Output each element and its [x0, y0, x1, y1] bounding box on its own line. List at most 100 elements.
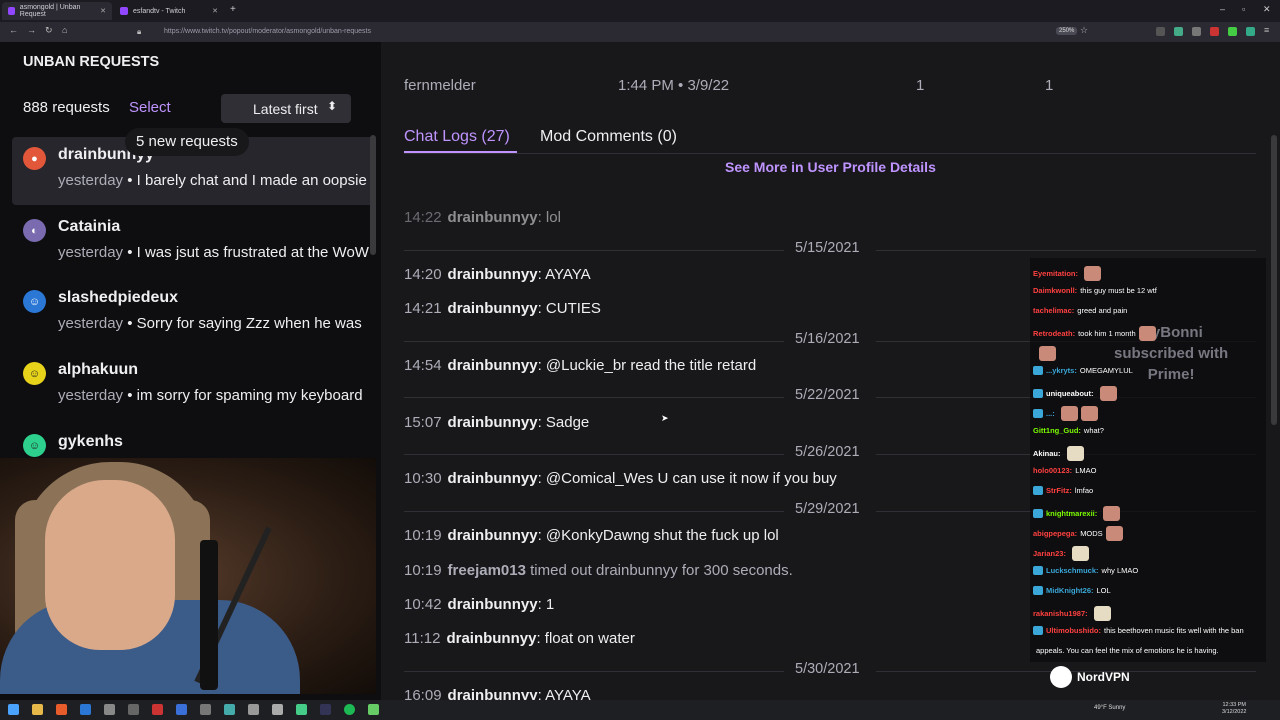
app-icon[interactable]: [248, 704, 259, 715]
chat-log-message: 10:19 drainbunnyy: @KonkyDawng shut the f…: [404, 527, 779, 544]
chat-log-user[interactable]: drainbunnyy: [448, 596, 538, 613]
chat-log-user[interactable]: drainbunnyy: [448, 527, 538, 544]
webcam-microphone: [200, 540, 218, 690]
menu-icon[interactable]: ≡: [1264, 25, 1269, 35]
emote-icon: [1060, 406, 1078, 421]
overlay-chat-text: LOL: [1096, 586, 1111, 595]
overlay-chat-user: tachelimac:: [1033, 306, 1075, 315]
overlay-chat-user: uniqueabout:: [1046, 389, 1094, 398]
close-tab-icon[interactable]: ✕: [212, 7, 218, 15]
forward-arrow-icon[interactable]: →: [27, 25, 36, 35]
overlay-chat-line: knightmarexii:: [1033, 506, 1121, 521]
overlay-chat-user: abigpepega:: [1033, 529, 1078, 538]
overlay-chat-user: Eyemitation:: [1033, 269, 1079, 278]
window-close-icon[interactable]: ✕: [1263, 4, 1271, 15]
zoom-level[interactable]: 250%: [1056, 27, 1078, 35]
emote-icon: [1071, 546, 1089, 561]
windows-start-icon[interactable]: [8, 704, 19, 715]
tab-mod-comments[interactable]: Mod Comments (0): [540, 128, 677, 146]
app-icon[interactable]: [128, 704, 139, 715]
sort-dropdown[interactable]: Latest first ⬍: [221, 94, 351, 123]
chat-log-time: 14:21: [404, 300, 442, 317]
bookmark-star-icon[interactable]: ☆: [1080, 25, 1088, 36]
chat-log-user[interactable]: drainbunnyy: [446, 630, 536, 647]
firefox-icon[interactable]: [56, 704, 67, 715]
app-icon[interactable]: [200, 704, 211, 715]
new-tab-plus-icon[interactable]: +: [230, 4, 236, 15]
request-preview: yesterday • Sorry for saying Zzz when he…: [58, 315, 380, 332]
browser-tab-unban[interactable]: asmongold | Unban Request ✕: [2, 2, 112, 20]
browser-tab-esfand[interactable]: esfandtv - Twitch ✕: [114, 2, 224, 20]
mouse-cursor-icon: ➤: [661, 413, 669, 423]
extension-icon[interactable]: [1210, 27, 1219, 36]
sidebar-scrollbar[interactable]: [370, 135, 376, 255]
sponsor-name: NordVPN: [1077, 670, 1130, 684]
browser-tab-title: esfandtv - Twitch: [133, 7, 186, 15]
taskbar-clock[interactable]: 12:33 PM 3/12/2022: [1222, 702, 1246, 716]
request-item-slashedpiedeux[interactable]: ☺ slashedpiedeux yesterday • Sorry for s…: [12, 280, 374, 348]
downloads-icon[interactable]: [1174, 27, 1183, 36]
request-item-catainia[interactable]: ◐ Catainia yesterday • I was jsut as fru…: [12, 209, 374, 277]
overlay-chat-user: ...ykryts:: [1046, 366, 1077, 375]
chat-log-user[interactable]: freejam013: [448, 562, 526, 579]
app-icon[interactable]: [152, 704, 163, 715]
emote-icon: [1084, 266, 1102, 281]
back-arrow-icon[interactable]: ←: [9, 25, 18, 35]
pocket-icon[interactable]: [1156, 27, 1165, 36]
overlay-chat-line: StrFitz: lmfao: [1033, 486, 1093, 495]
select-button[interactable]: Select: [129, 99, 171, 116]
overlay-chat-line: Akinau:: [1033, 446, 1084, 461]
taskbar-weather[interactable]: 49°F Sunny: [1094, 705, 1125, 711]
maximize-icon[interactable]: ▫: [1242, 4, 1245, 14]
browser-tab-title: asmongold | Unban Request: [19, 4, 81, 18]
chat-log-text: timed out drainbunnyy for 300 seconds.: [525, 562, 793, 579]
chrome-icon[interactable]: [296, 704, 307, 715]
request-preview: yesterday • im sorry for spaming my keyb…: [58, 387, 380, 404]
avatar: ☺: [23, 434, 46, 457]
chat-log-time: 14:22: [404, 209, 442, 226]
chat-log-user[interactable]: drainbunnyy: [448, 470, 538, 487]
app-icon[interactable]: [272, 704, 283, 715]
tab-chat-logs[interactable]: Chat Logs (27): [404, 128, 510, 146]
avatar: ◐: [23, 219, 46, 242]
spotify-icon[interactable]: [344, 704, 355, 715]
chat-log-user[interactable]: drainbunnyy: [448, 266, 538, 283]
subscriber-badge-icon: [1033, 566, 1043, 575]
chat-log-user[interactable]: drainbunnyy: [448, 414, 538, 431]
close-tab-icon[interactable]: ✕: [100, 7, 106, 15]
app-icon[interactable]: [176, 704, 187, 715]
emote-icon: [1039, 346, 1056, 361]
details-scrollbar[interactable]: [1271, 135, 1277, 425]
request-username: Catainia: [58, 218, 121, 235]
url-field[interactable]: https://www.twitch.tv/popout/moderator/a…: [164, 28, 371, 35]
app-icon[interactable]: [224, 704, 235, 715]
chat-log-time: 14:54: [404, 357, 442, 374]
minimize-icon[interactable]: –: [1220, 4, 1225, 14]
app-icon[interactable]: [368, 704, 379, 715]
overlay-chat-line: Ultimobushido: this beethoven music fits …: [1033, 626, 1244, 635]
reload-icon[interactable]: ↻: [45, 25, 53, 36]
chat-log-time: 14:20: [404, 266, 442, 283]
date-divider-line: [404, 454, 784, 455]
app-icon[interactable]: [104, 704, 115, 715]
chat-log-user[interactable]: drainbunnyy: [448, 209, 538, 226]
home-icon[interactable]: ⌂: [62, 25, 67, 35]
new-requests-pill[interactable]: 5 new requests: [125, 128, 249, 156]
extension-icon[interactable]: [1228, 27, 1237, 36]
library-icon[interactable]: [1192, 27, 1201, 36]
request-time: yesterday: [58, 172, 124, 189]
file-explorer-icon[interactable]: [32, 704, 43, 715]
app-icon[interactable]: [80, 704, 91, 715]
chat-log-user[interactable]: drainbunnyy: [448, 357, 538, 374]
subscriber-badge-icon: [1033, 409, 1043, 418]
chat-log-message: 14:20 drainbunnyy: AYAYA: [404, 266, 591, 283]
chat-log-message: 10:30 drainbunnyy: @Comical_Wes U can use…: [404, 470, 837, 487]
steam-icon[interactable]: [320, 704, 331, 715]
chat-log-user[interactable]: drainbunnyy: [448, 300, 538, 317]
extension-icon[interactable]: [1246, 27, 1255, 36]
chat-log-time: 10:30: [404, 470, 442, 487]
request-item-alphakuun[interactable]: ☺ alphakuun yesterday • im sorry for spa…: [12, 352, 374, 420]
see-more-link[interactable]: See More in User Profile Details: [725, 159, 936, 175]
chat-log-message: 10:42 drainbunnyy: 1: [404, 596, 554, 613]
date-divider-line: [404, 671, 784, 672]
